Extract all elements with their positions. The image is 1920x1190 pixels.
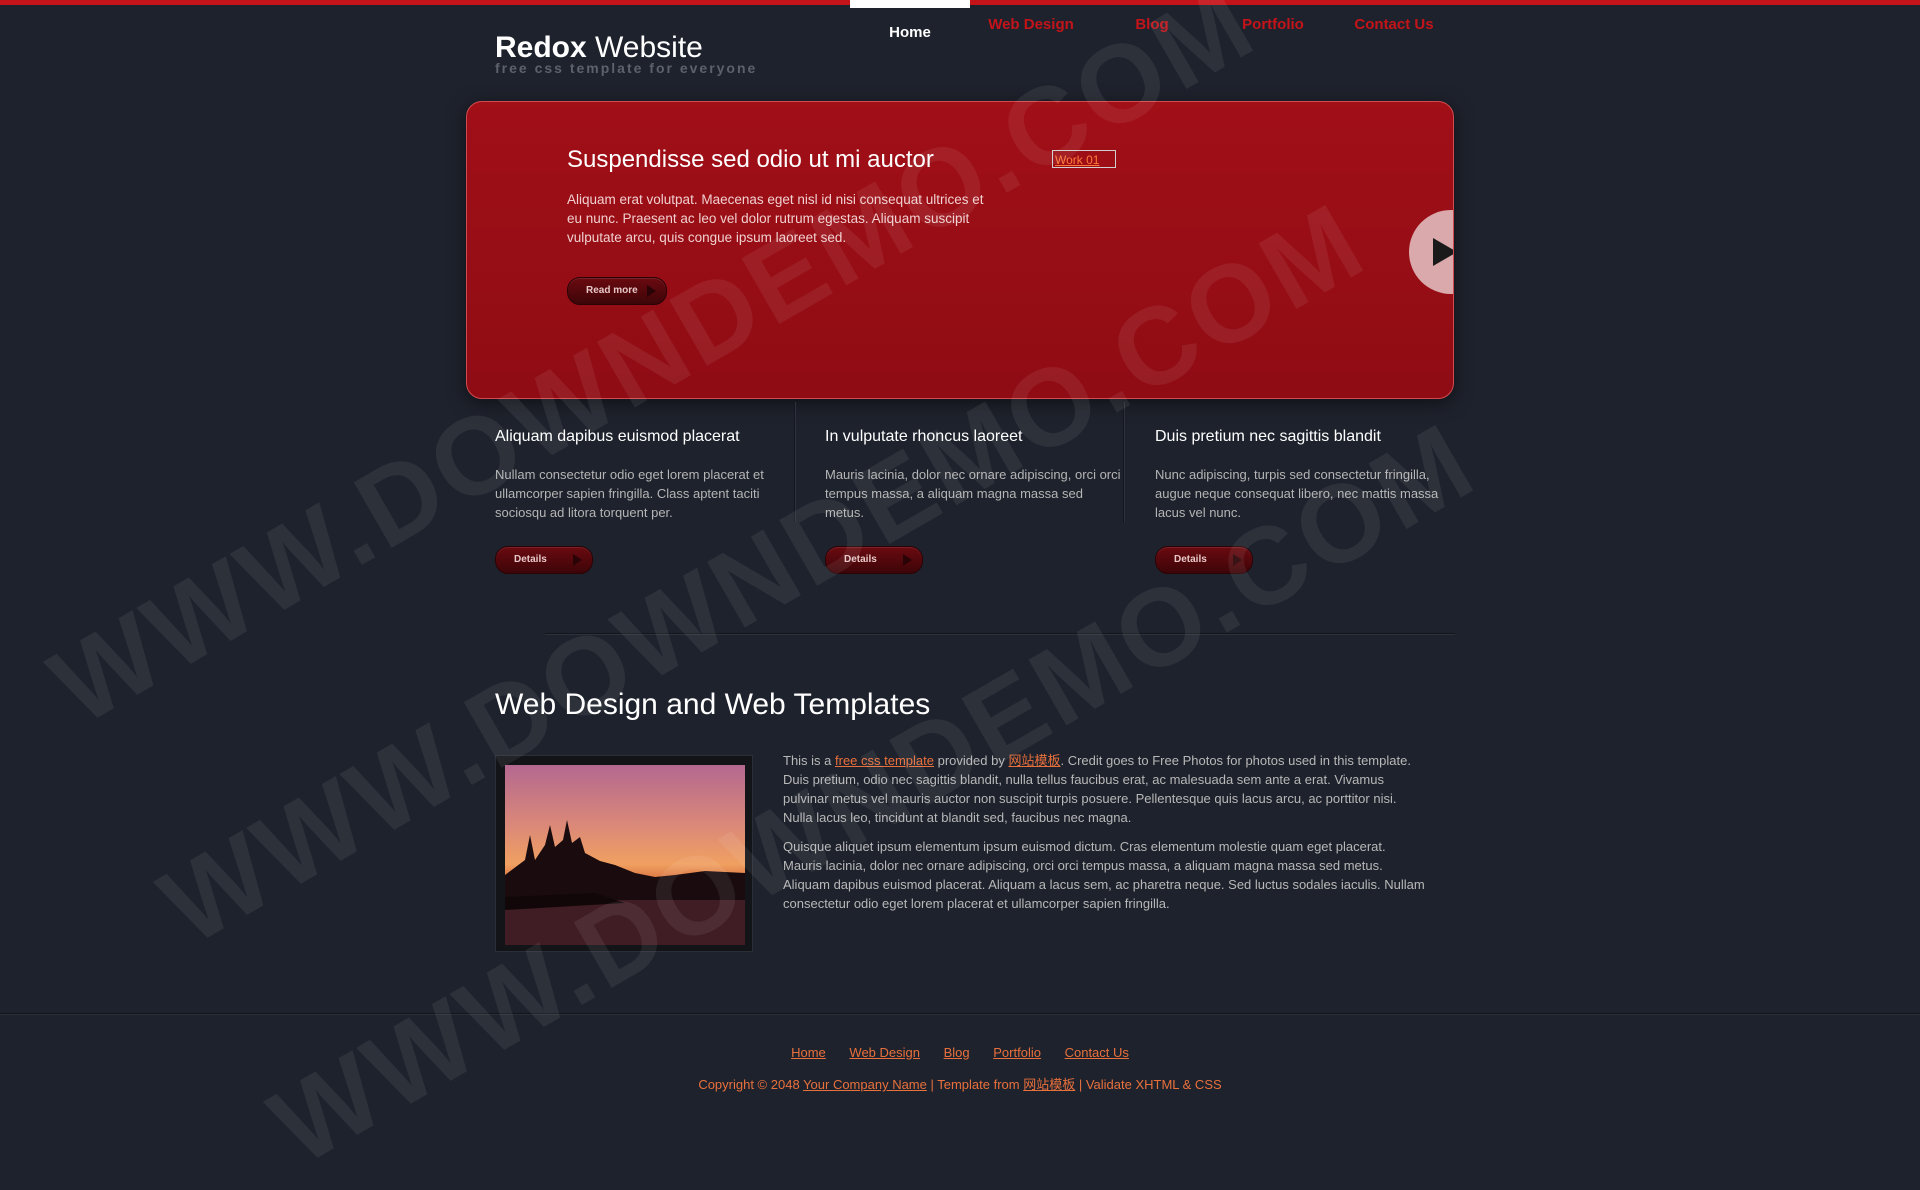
feature-column-1: Aliquam dapibus euismod placerat Nullam … xyxy=(495,428,795,574)
arrow-right-icon xyxy=(573,554,582,566)
details-button[interactable]: Details xyxy=(825,546,923,574)
template-source-link[interactable]: 网站模板 xyxy=(1023,1077,1075,1092)
arrow-right-icon xyxy=(903,554,912,566)
site-tagline: free css template for everyone xyxy=(495,60,758,76)
details-label: Details xyxy=(844,554,877,565)
play-icon xyxy=(1433,238,1453,266)
feature-text: Nunc adipiscing, turpis sed consectetur … xyxy=(1155,467,1439,520)
footer-link-web-design[interactable]: Web Design xyxy=(849,1045,920,1060)
feature-title: Duis pretium nec sagittis blandit xyxy=(1155,428,1381,445)
paragraph-1: This is a free css template provided by … xyxy=(783,753,1411,825)
details-button[interactable]: Details xyxy=(1155,546,1253,574)
column-divider xyxy=(794,402,796,522)
banner-image-placeholder[interactable]: Work 01 xyxy=(1052,150,1116,168)
arrow-right-icon xyxy=(647,285,656,297)
paragraph-2: Quisque aliquet ipsum elementum ipsum eu… xyxy=(783,839,1425,911)
section-title: Web Design and Web Templates xyxy=(495,688,931,721)
footer-copyright: Copyright © 2048 Your Company Name | Tem… xyxy=(698,1077,1222,1092)
footer-link-portfolio[interactable]: Portfolio xyxy=(993,1045,1041,1060)
footer-link-home[interactable]: Home xyxy=(791,1045,826,1060)
section-text: This is a free css template provided by … xyxy=(783,751,1428,923)
footer-divider xyxy=(0,1013,1920,1015)
photo-frame xyxy=(495,755,753,952)
provider-link[interactable]: 网站模板 xyxy=(1008,753,1060,768)
feature-column-2: In vulputate rhoncus laoreet Mauris laci… xyxy=(825,428,1125,574)
arrow-right-icon xyxy=(1233,554,1242,566)
sunset-photo xyxy=(505,765,745,945)
column-divider xyxy=(1123,402,1125,522)
feature-text: Nullam consectetur odio eget lorem place… xyxy=(495,467,764,520)
feature-column-3: Duis pretium nec sagittis blandit Nunc a… xyxy=(1155,428,1455,574)
nav-home[interactable]: Home xyxy=(850,0,970,56)
nav-blog[interactable]: Blog xyxy=(1092,0,1212,56)
featured-banner: Suspendisse sed odio ut mi auctor Aliqua… xyxy=(466,101,1454,399)
slider-next-button[interactable] xyxy=(1409,210,1453,294)
footer-link-blog[interactable]: Blog xyxy=(944,1045,970,1060)
nav-web-design[interactable]: Web Design xyxy=(971,0,1091,56)
banner-title: Suspendisse sed odio ut mi auctor xyxy=(567,146,934,173)
feature-title: In vulputate rhoncus laoreet xyxy=(825,428,1023,445)
company-link[interactable]: Your Company Name xyxy=(803,1077,927,1092)
feature-text: Mauris lacinia, dolor nec ornare adipisc… xyxy=(825,467,1121,520)
nav-portfolio[interactable]: Portfolio xyxy=(1213,0,1333,56)
banner-text: Aliquam erat volutpat. Maecenas eget nis… xyxy=(567,192,984,245)
details-label: Details xyxy=(514,554,547,565)
feature-title: Aliquam dapibus euismod placerat xyxy=(495,428,740,445)
footer-link-contact-us[interactable]: Contact Us xyxy=(1065,1045,1129,1060)
nav-contact-us[interactable]: Contact Us xyxy=(1334,0,1454,56)
read-more-label: Read more xyxy=(586,285,638,296)
details-button[interactable]: Details xyxy=(495,546,593,574)
footer-nav: Home Web Design Blog Portfolio Contact U… xyxy=(0,1045,1920,1060)
section-divider xyxy=(545,633,1455,635)
details-label: Details xyxy=(1174,554,1207,565)
free-css-template-link[interactable]: free css template xyxy=(835,753,934,768)
read-more-button[interactable]: Read more xyxy=(567,277,667,305)
